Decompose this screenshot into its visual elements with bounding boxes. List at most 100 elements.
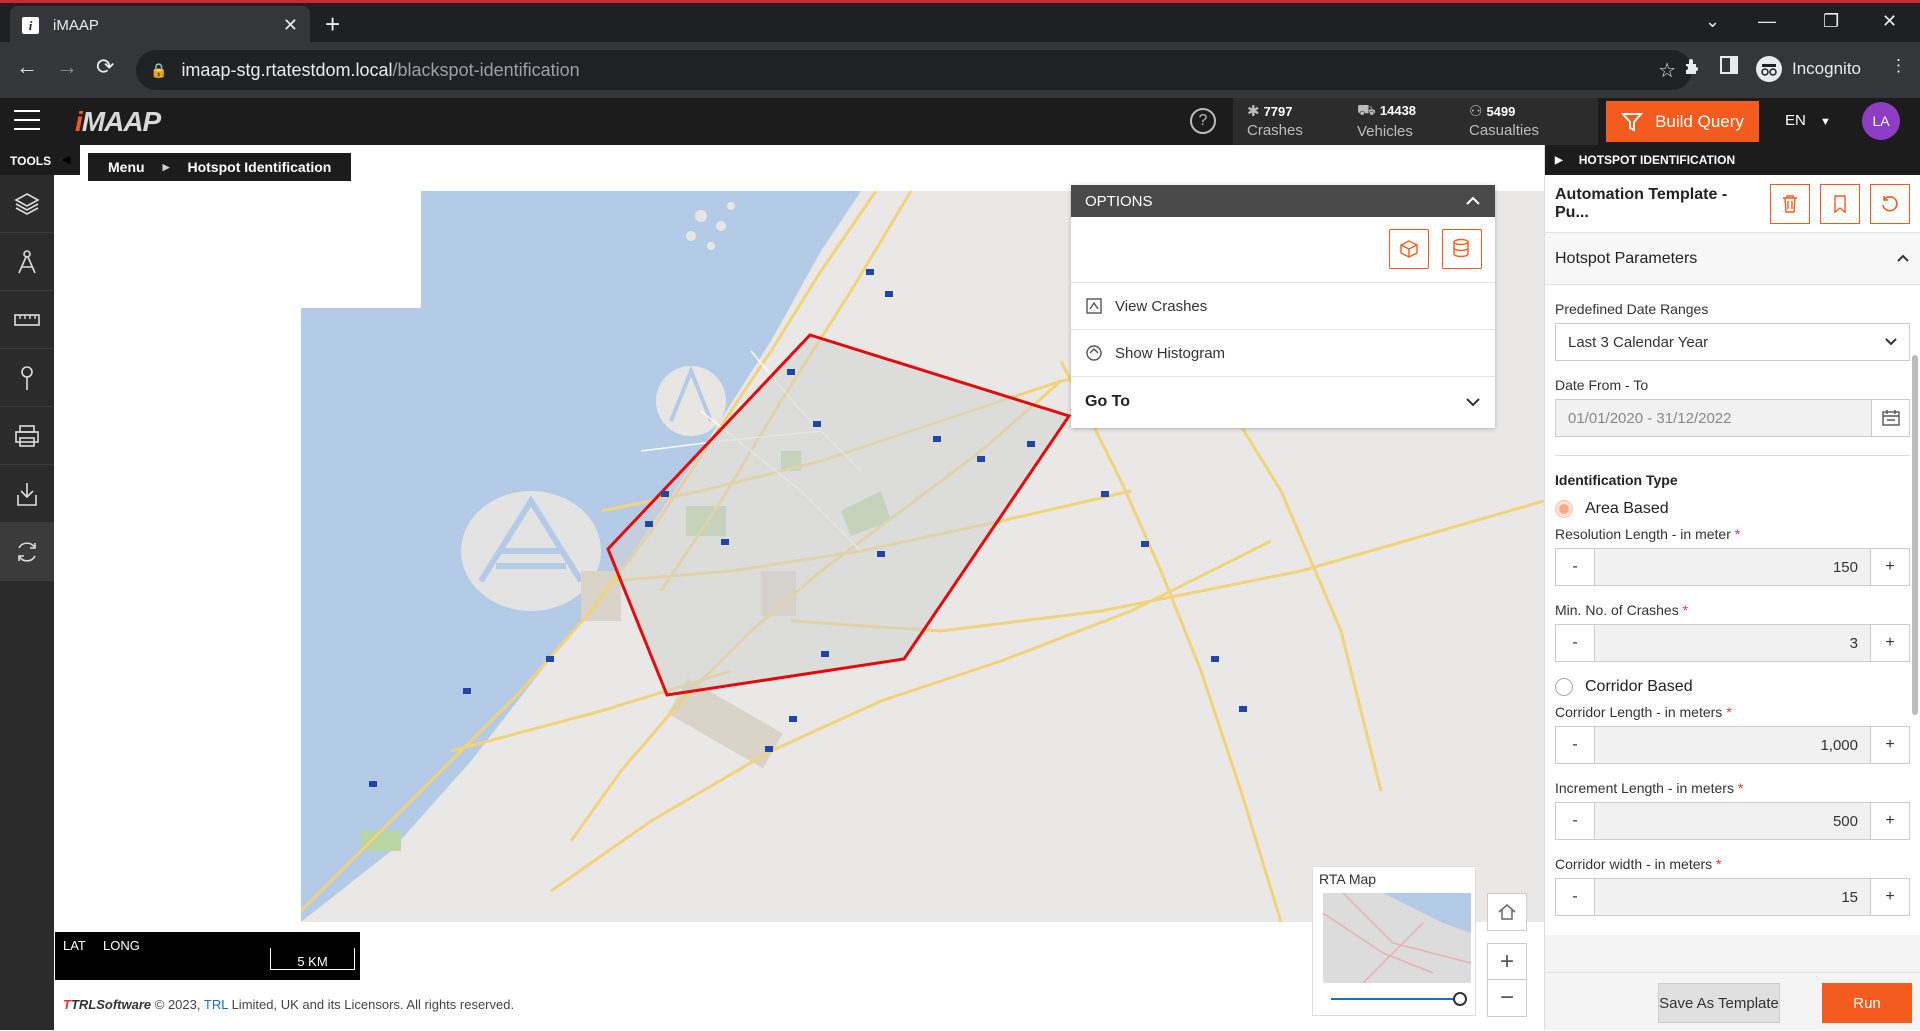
corridor-width-input[interactable]: 15 [1594,879,1871,915]
bookmark-icon [1834,194,1846,213]
date-range-select[interactable]: Last 3 Calendar Year [1555,323,1910,361]
options-box-button[interactable] [1389,229,1429,269]
language-selector[interactable]: EN ▼ [1785,112,1831,129]
min-crashes-stepper: - 3 + [1555,624,1910,662]
bookmark-star-icon[interactable]: ☆ [1658,58,1676,83]
view-crashes-item[interactable]: View Crashes [1071,283,1495,330]
back-icon[interactable]: ← [16,54,38,80]
resolution-decrement-button[interactable]: - [1556,549,1594,585]
hamburger-menu-icon[interactable] [14,110,40,137]
corridor-length-label: Corridor Length - in meters * [1555,704,1910,720]
copyright-rest: Limited, UK and its Licensors. All right… [231,997,515,1012]
trl-logo: TTRLSoftware [63,997,152,1012]
collapse-panel-icon[interactable]: ▶ [1555,155,1563,166]
corridor-length-input[interactable]: 1,000 [1594,727,1871,763]
reload-icon[interactable]: ⟳ [96,54,114,80]
browser-tab-strip: i iMAAP ✕ + ⌄ — ❐ ✕ [0,0,1920,45]
corridor-width-label-text: Corridor width - in meters [1555,856,1713,872]
go-to-dropdown[interactable]: Go To [1071,377,1495,427]
rta-map-thumbnail[interactable] [1323,893,1471,983]
minimize-icon[interactable]: — [1758,11,1776,32]
trl-link[interactable]: TRL [204,997,228,1012]
build-query-button[interactable]: Build Query [1606,101,1759,142]
refresh-tool[interactable] [0,523,54,581]
app-logo: iMAAP [75,106,161,137]
hotspot-parameters-header[interactable]: Hotspot Parameters [1545,233,1920,285]
bookmark-template-button[interactable] [1820,183,1860,224]
reset-template-button[interactable] [1870,183,1910,224]
trash-icon [1783,194,1797,213]
download-tool[interactable] [0,465,54,523]
browser-tab[interactable]: i iMAAP ✕ [10,6,310,45]
options-header[interactable]: OPTIONS [1071,185,1495,217]
calendar-icon [1881,410,1900,426]
print-tool[interactable] [0,407,54,465]
chevron-up-icon[interactable] [1465,196,1481,206]
calendar-button[interactable] [1872,399,1910,437]
corridor-width-decrement-button[interactable]: - [1556,879,1594,915]
layers-tool[interactable] [0,175,54,233]
save-as-template-button[interactable]: Save As Template [1658,983,1780,1023]
measure-tool[interactable] [0,233,54,291]
min-crashes-increment-button[interactable]: + [1871,625,1909,661]
stat-casualties-value: 5499 [1486,104,1516,119]
user-avatar[interactable]: LA [1862,102,1900,140]
cube-select-icon [1400,240,1418,258]
incognito-profile[interactable]: Incognito [1756,56,1861,82]
corridor-width-increment-button[interactable]: + [1871,879,1909,915]
resolution-input[interactable]: 150 [1594,549,1871,585]
close-window-icon[interactable]: ✕ [1882,11,1897,32]
pin-tool[interactable] [0,349,54,407]
increment-length-input[interactable]: 500 [1594,803,1871,839]
required-marker: * [1716,856,1722,872]
ruler-tool[interactable] [0,291,54,349]
min-crashes-input[interactable]: 3 [1594,625,1871,661]
help-icon[interactable]: ? [1190,108,1216,134]
scale-bar: 5 KM [270,948,355,970]
increment-length-decrement-button[interactable]: - [1556,803,1594,839]
increment-length-increment-button[interactable]: + [1871,803,1909,839]
panel-scrollbar[interactable] [1912,355,1918,715]
corridor-length-decrement-button[interactable]: - [1556,727,1594,763]
zoom-out-icon: − [1499,984,1514,1011]
sidepanel-icon[interactable] [1720,56,1738,74]
resolution-increment-button[interactable]: + [1871,549,1909,585]
corridor-based-option[interactable]: Corridor Based [1555,678,1910,696]
zoom-in-button[interactable]: + [1487,943,1527,981]
required-marker: * [1726,704,1732,720]
stat-vehicles-label: Vehicles [1357,123,1413,140]
rta-minimap[interactable]: RTA Map [1312,866,1476,1016]
delete-template-button[interactable] [1770,183,1810,224]
browser-menu-icon[interactable]: ⋮ [1890,56,1907,76]
required-marker: * [1682,602,1689,618]
tab-search-icon[interactable]: ⌄ [1705,11,1720,32]
options-database-button[interactable] [1442,229,1482,269]
opacity-slider[interactable] [1331,998,1461,1000]
extensions-icon[interactable] [1682,56,1702,76]
breadcrumb-menu[interactable]: Menu [108,159,145,175]
car-icon: ⛟ [1357,102,1376,119]
opacity-slider-handle[interactable] [1453,992,1467,1006]
area-based-radio[interactable] [1555,500,1573,518]
tab-close-icon[interactable]: ✕ [283,15,298,36]
forward-icon[interactable]: → [56,54,78,80]
area-based-option[interactable]: Area Based [1555,500,1910,518]
min-crashes-decrement-button[interactable]: - [1556,625,1594,661]
corridor-based-radio[interactable] [1555,678,1573,696]
show-histogram-item[interactable]: Show Histogram [1071,330,1495,377]
corridor-length-increment-button[interactable]: + [1871,727,1909,763]
collapse-tools-icon[interactable]: ◀ [62,153,70,166]
pin-icon [21,365,33,390]
stat-casualties-label: Casualties [1469,122,1540,139]
date-from-to-input[interactable]: 01/01/2020 - 31/12/2022 [1555,399,1872,437]
stat-crashes-label: Crashes [1247,122,1303,139]
stat-casualties: ⚇ 5499 Casualties [1469,102,1539,139]
home-button[interactable] [1487,893,1527,931]
restore-icon[interactable]: ❐ [1823,11,1839,32]
zoom-out-button[interactable]: − [1487,979,1527,1017]
zoom-in-icon: + [1499,948,1514,975]
run-button[interactable]: Run [1822,983,1912,1023]
address-bar[interactable]: 🔒 imaap-stg.rtatestdom.local/blackspot-i… [136,50,1692,90]
date-range-value: Last 3 Calendar Year [1568,333,1709,351]
new-tab-icon[interactable]: + [325,9,340,40]
